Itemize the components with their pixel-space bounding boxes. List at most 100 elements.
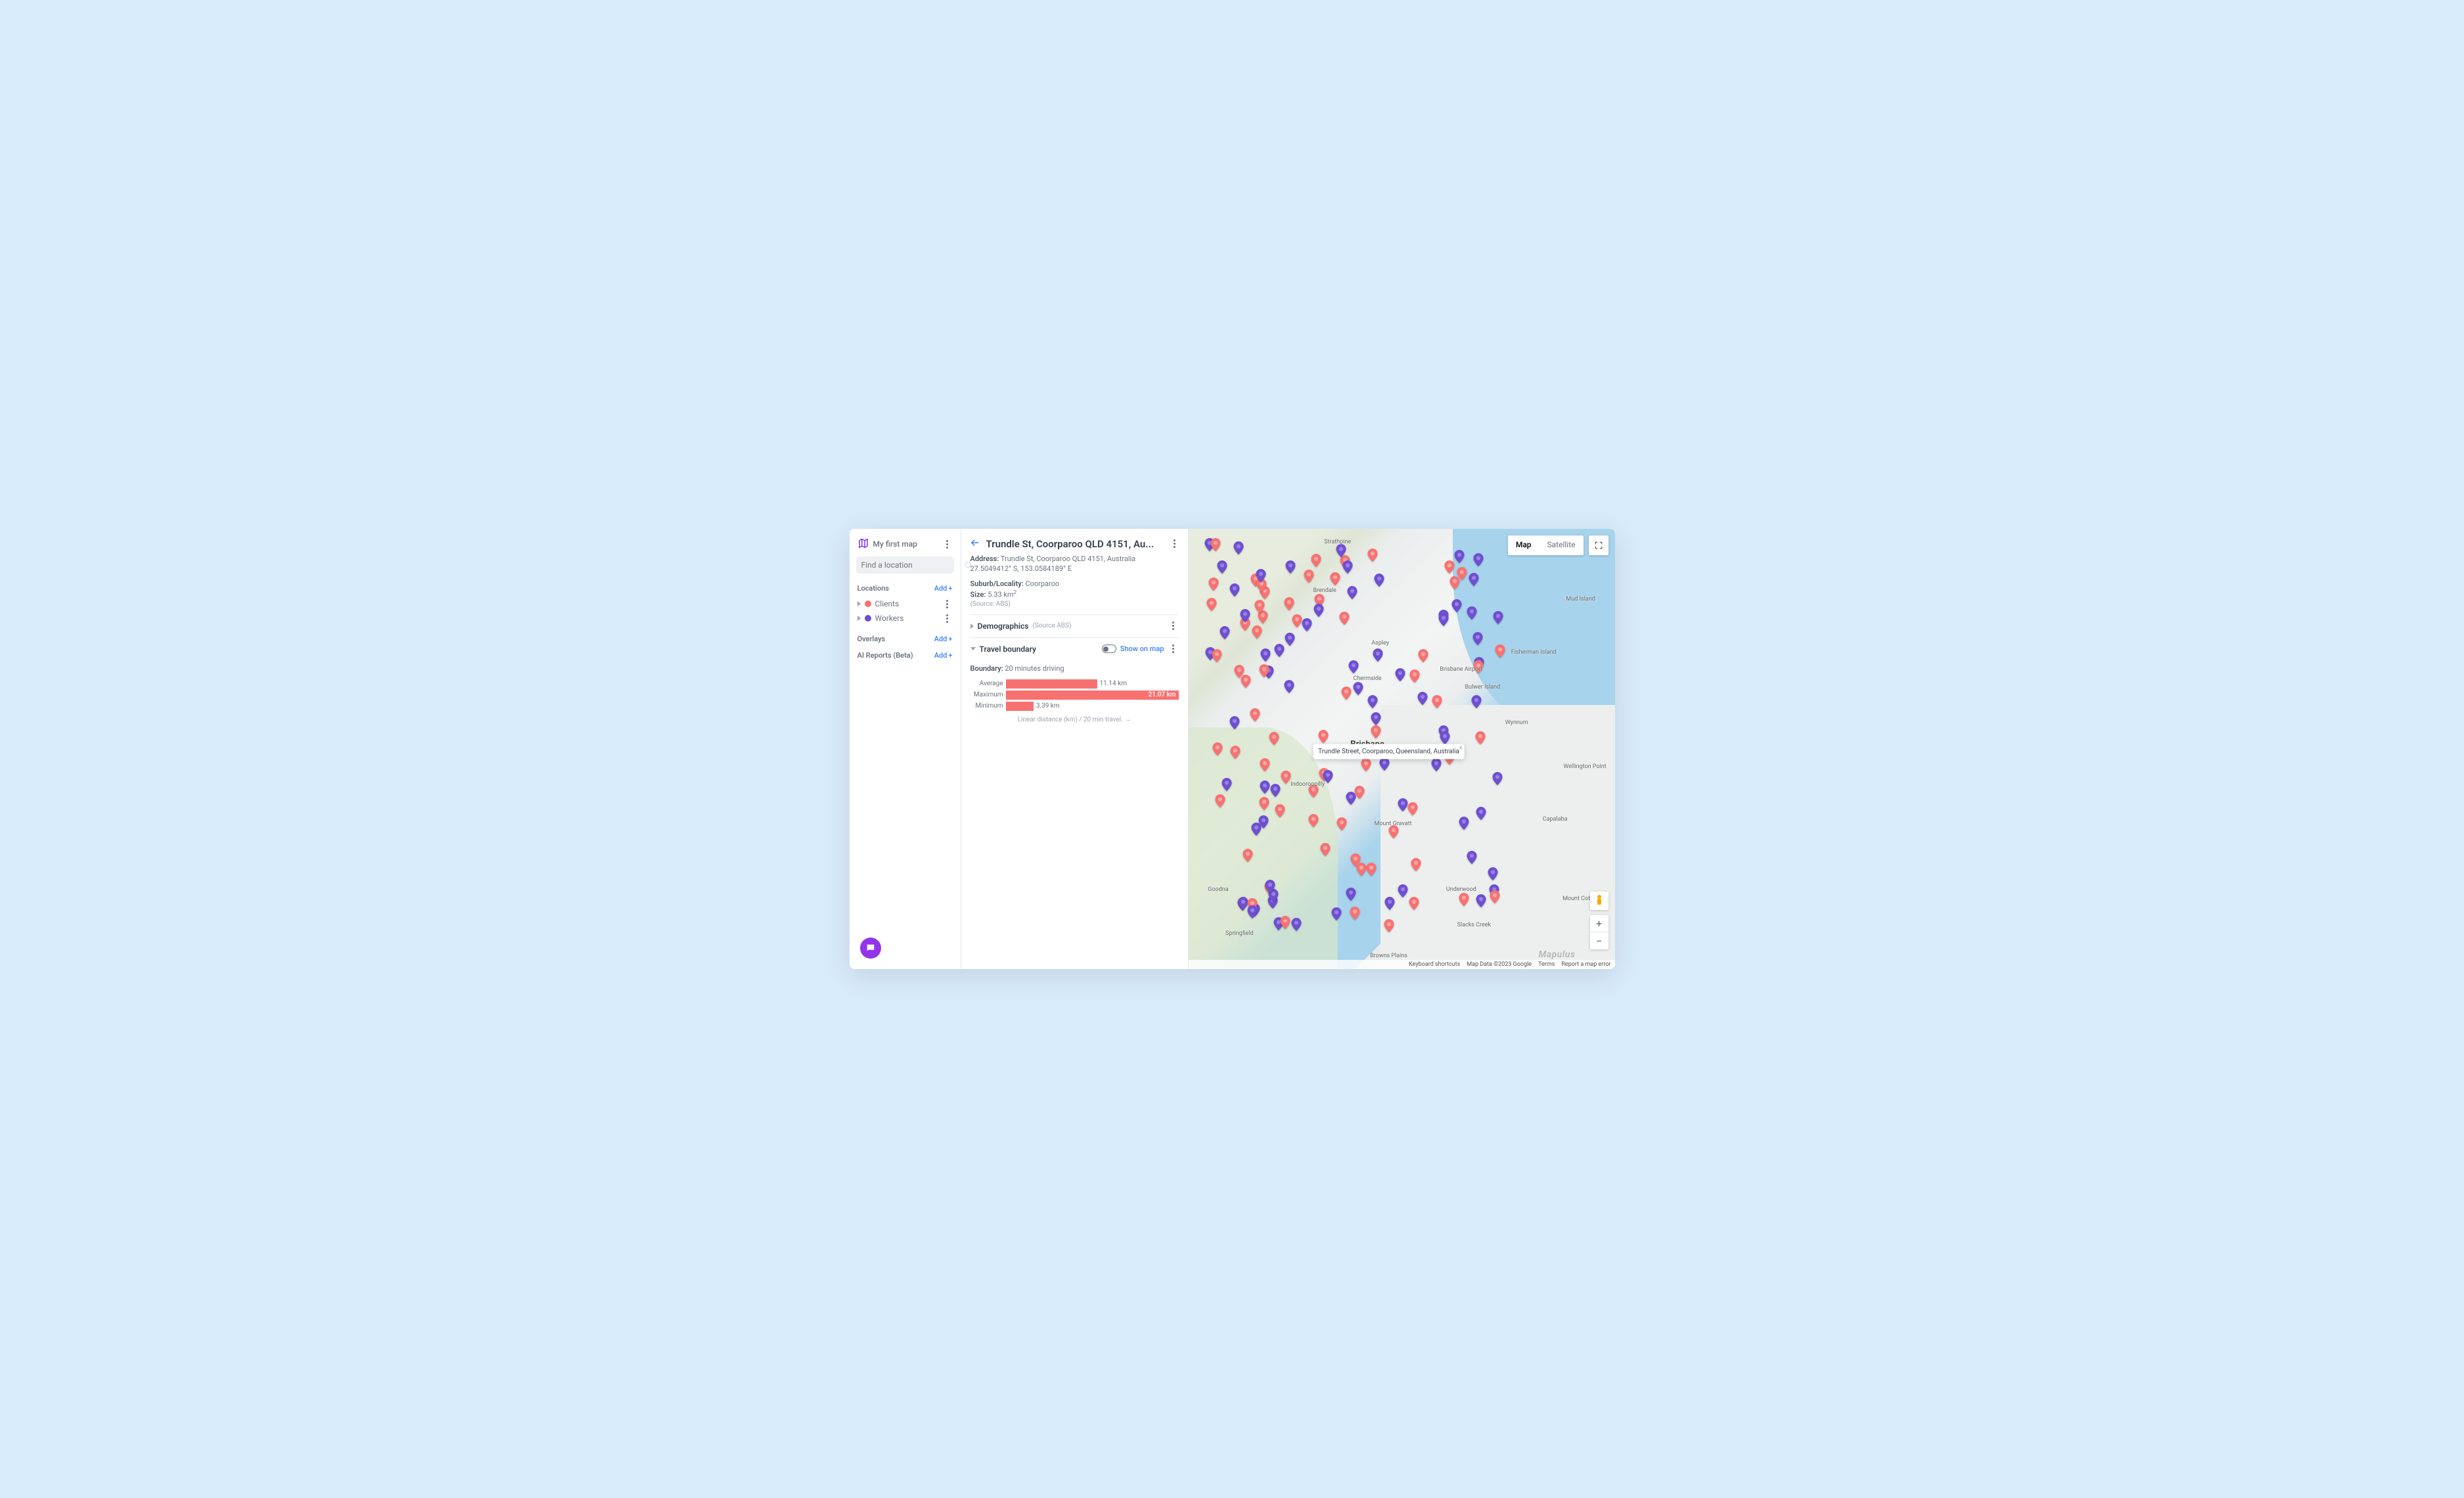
worker-pin[interactable] (1229, 583, 1239, 597)
client-pin[interactable] (1411, 858, 1421, 871)
search-box[interactable] (856, 556, 954, 574)
add-ai-report-button[interactable]: Add+ (934, 651, 953, 660)
add-overlay-button[interactable]: Add+ (934, 635, 953, 643)
client-pin[interactable] (1209, 578, 1219, 591)
worker-pin[interactable] (1431, 758, 1441, 771)
worker-pin[interactable] (1368, 695, 1378, 708)
client-pin[interactable] (1252, 625, 1262, 639)
chat-button[interactable] (860, 938, 881, 959)
worker-pin[interactable] (1285, 560, 1295, 574)
back-button[interactable] (969, 537, 981, 551)
client-pin[interactable] (1230, 746, 1240, 759)
client-pin[interactable] (1361, 758, 1371, 771)
worker-pin[interactable] (1469, 573, 1479, 586)
client-pin[interactable] (1304, 570, 1314, 583)
client-pin[interactable] (1368, 549, 1378, 562)
worker-pin[interactable] (1260, 781, 1270, 794)
worker-pin[interactable] (1313, 604, 1323, 617)
client-pin[interactable] (1407, 802, 1417, 815)
client-pin[interactable] (1409, 897, 1419, 910)
client-pin[interactable] (1260, 664, 1269, 677)
worker-pin[interactable] (1261, 648, 1271, 662)
client-pin[interactable] (1275, 804, 1285, 817)
client-pin[interactable] (1234, 665, 1244, 678)
layer-menu-button[interactable] (942, 614, 953, 623)
section-menu-button[interactable] (1168, 622, 1179, 630)
client-pin[interactable] (1260, 758, 1269, 771)
worker-pin[interactable] (1256, 569, 1266, 582)
worker-pin[interactable] (1292, 918, 1302, 931)
worker-pin[interactable] (1247, 905, 1257, 919)
worker-pin[interactable] (1266, 880, 1275, 893)
client-pin[interactable] (1254, 600, 1264, 613)
worker-pin[interactable] (1229, 716, 1239, 729)
client-pin[interactable] (1311, 554, 1321, 567)
client-pin[interactable] (1475, 731, 1485, 744)
map-tab[interactable]: Map (1508, 535, 1540, 555)
worker-pin[interactable] (1252, 823, 1262, 836)
worker-pin[interactable] (1234, 541, 1244, 555)
satellite-tab[interactable]: Satellite (1540, 535, 1584, 555)
client-pin[interactable] (1388, 825, 1398, 838)
add-location-button[interactable]: Add+ (934, 584, 953, 593)
client-pin[interactable] (1474, 660, 1484, 673)
worker-pin[interactable] (1493, 772, 1503, 785)
worker-pin[interactable] (1398, 884, 1407, 897)
client-pin[interactable] (1366, 863, 1376, 876)
client-pin[interactable] (1243, 849, 1252, 862)
keyboard-shortcuts-link[interactable]: Keyboard shortcuts (1409, 961, 1460, 968)
client-pin[interactable] (1409, 670, 1419, 683)
worker-pin[interactable] (1476, 894, 1486, 907)
client-pin[interactable] (1490, 890, 1500, 903)
worker-pin[interactable] (1285, 633, 1294, 646)
worker-pin[interactable] (1271, 784, 1281, 797)
worker-pin[interactable] (1241, 609, 1250, 622)
worker-pin[interactable] (1275, 644, 1285, 657)
fullscreen-button[interactable] (1589, 535, 1608, 555)
layer-workers[interactable]: Workers (856, 611, 954, 625)
client-pin[interactable] (1260, 797, 1269, 810)
client-pin[interactable] (1215, 794, 1225, 807)
client-pin[interactable] (1445, 560, 1455, 574)
worker-pin[interactable] (1336, 544, 1346, 557)
client-pin[interactable] (1384, 919, 1394, 932)
worker-pin[interactable] (1353, 682, 1363, 695)
tooltip-close-button[interactable]: × (1459, 744, 1463, 752)
client-pin[interactable] (1336, 817, 1346, 830)
worker-pin[interactable] (1476, 807, 1486, 820)
worker-pin[interactable] (1374, 574, 1384, 587)
report-error-link[interactable]: Report a map error (1561, 961, 1610, 968)
demographics-section[interactable]: Demographics (Source ABS) (970, 614, 1179, 637)
worker-pin[interactable] (1220, 626, 1230, 639)
client-pin[interactable] (1321, 843, 1331, 856)
worker-pin[interactable] (1418, 692, 1428, 705)
worker-pin[interactable] (1473, 553, 1483, 566)
client-pin[interactable] (1212, 649, 1222, 662)
worker-pin[interactable] (1396, 668, 1405, 681)
worker-pin[interactable] (1379, 758, 1389, 771)
worker-pin[interactable] (1494, 611, 1503, 624)
client-pin[interactable] (1309, 814, 1319, 827)
detail-menu-button[interactable] (1170, 539, 1180, 548)
worker-pin[interactable] (1440, 731, 1450, 744)
client-pin[interactable] (1419, 649, 1428, 662)
client-pin[interactable] (1432, 695, 1442, 708)
map-area[interactable]: StrathpineBrendaleMud IslandAspleyFisher… (1189, 529, 1615, 969)
show-on-map-toggle[interactable] (1102, 645, 1116, 653)
terms-link[interactable]: Terms (1538, 961, 1555, 968)
worker-pin[interactable] (1217, 560, 1227, 574)
client-pin[interactable] (1341, 687, 1351, 700)
client-pin[interactable] (1371, 725, 1380, 738)
client-pin[interactable] (1292, 614, 1302, 627)
layer-menu-button[interactable] (942, 600, 953, 608)
client-pin[interactable] (1206, 598, 1216, 611)
worker-pin[interactable] (1452, 599, 1462, 612)
worker-pin[interactable] (1348, 660, 1358, 673)
worker-pin[interactable] (1302, 618, 1312, 631)
worker-pin[interactable] (1347, 586, 1357, 599)
client-pin[interactable] (1355, 786, 1365, 799)
search-input[interactable] (861, 560, 964, 570)
section-menu-button[interactable] (1168, 645, 1179, 653)
worker-pin[interactable] (1472, 632, 1482, 645)
worker-pin[interactable] (1454, 550, 1464, 563)
